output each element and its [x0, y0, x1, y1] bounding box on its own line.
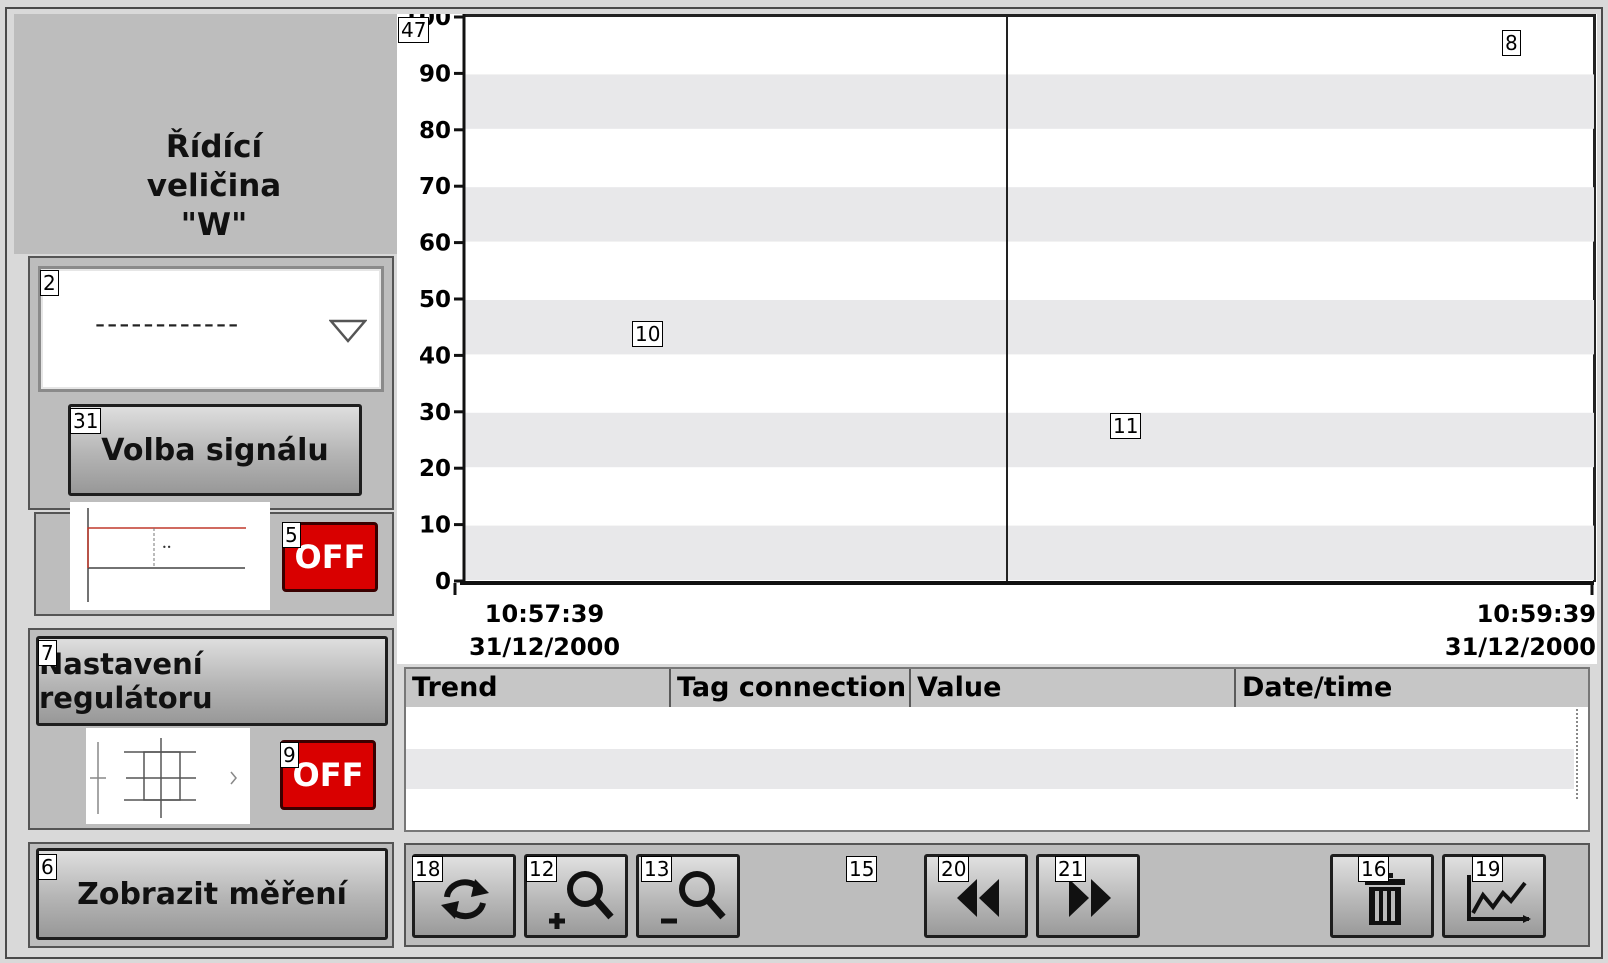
column-header-value[interactable]: Value: [911, 669, 1236, 707]
y-tick-label: 50: [419, 287, 451, 313]
badge-trend-view: 19: [1472, 856, 1504, 882]
badge-signal-toggle: 5: [282, 522, 301, 548]
badge-status: 15: [846, 856, 878, 882]
left-title: Řídící veličina "W": [14, 128, 414, 245]
time-end-label: 10:59:39 31/12/2000: [1430, 598, 1596, 664]
table-scrollbar[interactable]: [1576, 709, 1578, 799]
badge-rewind: 20: [938, 856, 970, 882]
badge-delete: 16: [1358, 856, 1390, 882]
svg-text:••: ••: [162, 543, 171, 552]
signal-select[interactable]: ------------: [38, 266, 384, 392]
column-header-tag[interactable]: Tag connection: [671, 669, 911, 707]
badge-regulator-button: 7: [38, 640, 57, 666]
grid-stripe: [464, 525, 1594, 580]
badge-corner: 8: [1502, 30, 1521, 56]
grid-stripe: [464, 74, 1594, 129]
title-line-3: "W": [180, 207, 248, 243]
hysteresis-graph-icon: [90, 738, 237, 818]
signal-off-label: OFF: [294, 538, 366, 576]
trend-toolbar: [404, 843, 1590, 947]
regulator-settings-button[interactable]: Nastavení regulátoru: [36, 636, 388, 726]
step-signal-graph-icon: ••: [87, 508, 246, 602]
time-start: 10:57:39: [484, 600, 605, 628]
signal-select-button-label: Volba signálu: [101, 432, 329, 468]
y-tick-label: 0: [435, 569, 451, 595]
show-measurement-button[interactable]: Zobrazit měření: [36, 848, 388, 940]
title-line-2: veličina: [146, 168, 282, 204]
fast-forward-button[interactable]: [1036, 854, 1140, 938]
show-measurement-label: Zobrazit měření: [77, 876, 347, 912]
regulator-settings-label: Nastavení regulátoru: [39, 647, 213, 715]
table-header: Trend Tag connection Value Date/time: [406, 669, 1588, 707]
regulator-preview-image: [86, 728, 250, 824]
badge-regulator-toggle: 9: [280, 742, 299, 768]
y-tick-label: 30: [419, 400, 451, 426]
badge-left-area: 10: [632, 321, 664, 347]
badge-zoom-in: 12: [526, 856, 558, 882]
trend-chart: 0102030405060708090100: [403, 14, 1594, 595]
badge-forward: 21: [1055, 856, 1087, 882]
y-tick-label: 10: [419, 513, 451, 539]
table-row: [406, 709, 1574, 749]
refresh-icon: [441, 879, 489, 920]
badge-measure-button: 6: [38, 854, 57, 880]
date-end: 31/12/2000: [1444, 633, 1596, 661]
date-start: 31/12/2000: [468, 633, 621, 661]
fast-forward-icon: [1069, 879, 1111, 917]
column-header-datetime[interactable]: Date/time: [1236, 669, 1588, 707]
badge-right-area: 11: [1110, 413, 1142, 439]
y-tick-label: 70: [419, 174, 451, 200]
badge-signal-select: 2: [40, 270, 59, 296]
value-table: Trend Tag connection Value Date/time: [404, 667, 1590, 832]
chevron-down-icon[interactable]: [329, 319, 367, 343]
grid-stripe: [464, 412, 1594, 468]
table-row: [406, 789, 1574, 830]
title-line-1: Řídící: [165, 129, 263, 165]
badge-zoom-out: 13: [641, 856, 673, 882]
signal-select-button[interactable]: Volba signálu: [68, 404, 362, 496]
y-tick-label: 90: [419, 61, 451, 87]
rewind-icon: [957, 879, 999, 917]
signal-select-value: ------------: [95, 307, 241, 340]
regulator-off-label: OFF: [292, 756, 364, 794]
y-tick-label: 60: [419, 231, 451, 257]
y-tick-label: 40: [419, 343, 451, 369]
y-tick-label: 20: [419, 456, 451, 482]
table-row: [406, 749, 1574, 789]
grid-stripe: [464, 187, 1594, 242]
time-start-label: 10:57:39 31/12/2000: [462, 598, 627, 664]
badge-axis: 47: [398, 17, 430, 43]
badge-refresh: 18: [412, 856, 444, 882]
signal-preview-image: ••: [70, 502, 270, 610]
y-tick-label: 80: [419, 118, 451, 144]
time-end: 10:59:39: [1476, 600, 1596, 628]
badge-signal-button: 31: [70, 408, 102, 434]
column-header-trend[interactable]: Trend: [406, 669, 671, 707]
